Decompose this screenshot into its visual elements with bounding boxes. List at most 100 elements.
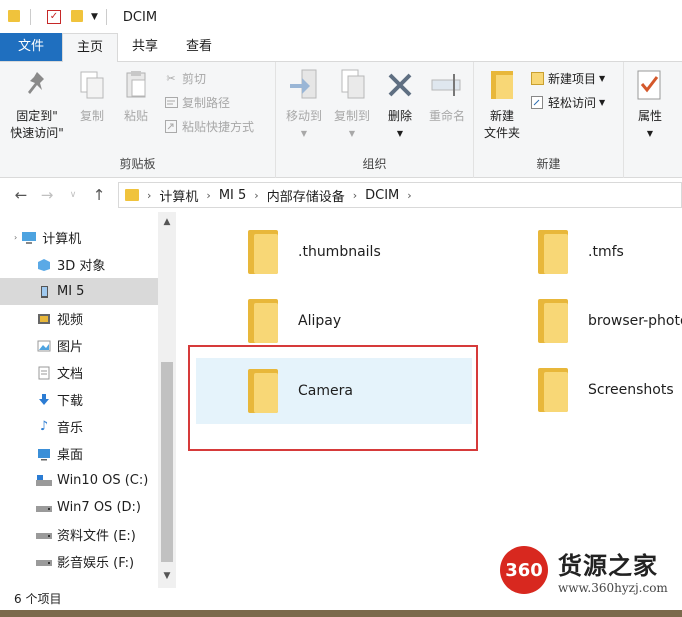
copy-to-icon: [335, 68, 369, 102]
properties-button[interactable]: 属性 ▼: [628, 68, 672, 142]
paste-shortcut-label: 粘贴快捷方式: [182, 120, 255, 134]
breadcrumb-separator-icon[interactable]: ›: [206, 189, 210, 202]
scissors-icon: ✂: [166, 72, 176, 85]
move-to-label: 移动到: [285, 109, 322, 123]
folder-item[interactable]: browser-photo: [486, 289, 682, 353]
move-to-button[interactable]: 移动到 ▼: [280, 68, 328, 142]
folder-item[interactable]: Screenshots: [486, 358, 682, 422]
easy-access-button[interactable]: 轻松访问 ▼: [530, 94, 605, 111]
scrollbar-thumb[interactable]: [161, 362, 173, 562]
breadcrumb-separator-icon[interactable]: ›: [254, 189, 258, 202]
sidebar-item-label: 视频: [57, 313, 84, 328]
tab-home[interactable]: 主页: [62, 33, 119, 62]
sidebar-item-3d-objects[interactable]: 3D 对象: [0, 251, 158, 278]
watermark-url: www.360hyzj.com: [558, 580, 668, 595]
scroll-down-arrow-icon[interactable]: ▼: [158, 568, 176, 584]
paste-button[interactable]: 粘贴: [116, 68, 156, 125]
address-folder-icon: [125, 189, 139, 201]
new-folder-icon: [485, 68, 519, 102]
sidebar-item-drive-d[interactable]: Win7 OS (D:): [0, 494, 158, 521]
downloads-icon: [36, 393, 52, 407]
new-group-label: 新建: [536, 157, 561, 171]
sidebar-item-drive-e[interactable]: 资料文件 (E:): [0, 521, 158, 548]
sidebar-item-label: 下载: [57, 394, 84, 409]
open-group: 属性 ▼: [624, 62, 682, 178]
item-count: 6 个项目: [14, 592, 62, 606]
move-to-icon: [287, 68, 321, 102]
cut-button[interactable]: ✂ 剪切: [164, 70, 206, 87]
pin-label-line1: 固定到": [16, 109, 58, 123]
customize-toolbar-chevron-icon[interactable]: ▼: [91, 12, 98, 22]
sidebar-item-mi5[interactable]: MI 5: [0, 278, 158, 305]
breadcrumb-computer[interactable]: 计算机: [159, 186, 198, 205]
folder-item[interactable]: .thumbnails: [196, 220, 486, 284]
tab-share[interactable]: 共享: [118, 33, 172, 61]
folder-icon: [538, 230, 568, 274]
breadcrumb-separator-icon[interactable]: ›: [353, 189, 357, 202]
expand-chevron-icon[interactable]: ›: [14, 233, 17, 242]
window-title: DCIM: [122, 9, 158, 25]
sidebar-item-music[interactable]: ♪ 音乐: [0, 413, 158, 440]
forward-arrow-icon[interactable]: →: [34, 186, 60, 204]
sidebar-item-computer[interactable]: › 计算机: [0, 224, 158, 251]
taskbar-strip: [0, 610, 682, 617]
properties-quick-icon[interactable]: ✓: [47, 10, 61, 24]
breadcrumb-separator-icon[interactable]: ›: [407, 189, 411, 202]
paste-shortcut-button[interactable]: 粘贴快捷方式: [164, 118, 254, 135]
folder-item[interactable]: .tmfs: [486, 220, 682, 284]
copy-to-button[interactable]: 复制到 ▼: [328, 68, 376, 142]
sidebar-item-label: 音乐: [57, 421, 84, 436]
desktop-icon: [36, 447, 52, 461]
scroll-up-arrow-icon[interactable]: ▲: [158, 214, 176, 230]
sidebar-item-pictures[interactable]: 图片: [0, 332, 158, 359]
title-separator: [105, 9, 107, 25]
copy-button[interactable]: 复制: [72, 68, 112, 125]
new-item-label: 新建项目: [548, 72, 597, 86]
watermark-logo: 360 货源之家 www.360hyzj.com: [500, 544, 682, 596]
copy-path-label: 复制路径: [182, 96, 231, 110]
ribbon: 固定到" 快速访问" 复制 粘贴 ✂ 剪切 复制路径 粘贴快捷方式 剪贴板 移动…: [0, 62, 682, 178]
tab-view[interactable]: 查看: [172, 33, 226, 61]
breadcrumb-dcim[interactable]: DCIM: [365, 188, 399, 203]
recent-locations-chevron-icon[interactable]: ∨: [60, 190, 86, 200]
documents-icon: [36, 366, 52, 380]
sidebar-scrollbar[interactable]: ▲ ▼: [158, 212, 176, 588]
organize-group-label: 组织: [362, 157, 387, 171]
rename-button[interactable]: 重命名: [422, 68, 472, 125]
copy-to-chevron-icon: ▼: [348, 129, 356, 138]
new-item-icon: [530, 72, 544, 86]
folder-icon: [248, 230, 278, 274]
sidebar-item-downloads[interactable]: 下载: [0, 386, 158, 413]
sidebar-item-videos[interactable]: 视频: [0, 305, 158, 332]
phone-icon: [36, 285, 52, 299]
sidebar-item-label: 影音娱乐 (F:): [57, 556, 135, 571]
pin-label-line2: 快速访问": [10, 126, 64, 140]
back-arrow-icon[interactable]: ←: [8, 186, 34, 204]
pin-quick-access-button[interactable]: 固定到" 快速访问": [6, 68, 68, 142]
sidebar-item-drive-f[interactable]: 影音娱乐 (F:): [0, 548, 158, 575]
sidebar-item-drive-c[interactable]: Win10 OS (C:): [0, 467, 158, 494]
new-folder-quick-icon[interactable]: [71, 10, 85, 24]
breadcrumb-separator-icon[interactable]: ›: [147, 189, 151, 202]
copy-to-label: 复制到: [333, 109, 370, 123]
sidebar-item-label: Win7 OS (D:): [57, 500, 141, 515]
pin-icon: [20, 68, 54, 102]
rename-label: 重命名: [428, 109, 465, 123]
folder-icon: [538, 299, 568, 343]
tab-file[interactable]: 文件: [0, 33, 62, 61]
new-item-button[interactable]: 新建项目 ▼: [530, 70, 605, 87]
delete-x-icon: [383, 68, 417, 102]
clipboard-group-label: 剪贴板: [119, 157, 156, 171]
new-folder-button[interactable]: 新建 文件夹: [478, 68, 526, 142]
breadcrumb-mi5[interactable]: MI 5: [219, 188, 246, 203]
sidebar-item-documents[interactable]: 文档: [0, 359, 158, 386]
breadcrumb-internal-storage[interactable]: 内部存储设备: [267, 186, 345, 205]
address-bar[interactable]: › 计算机 › MI 5 › 内部存储设备 › DCIM ›: [118, 182, 682, 208]
cut-label: 剪切: [182, 72, 207, 86]
folder-item[interactable]: Alipay: [196, 289, 486, 353]
sidebar-item-desktop[interactable]: 桌面: [0, 440, 158, 467]
copy-path-button[interactable]: 复制路径: [164, 94, 230, 111]
up-arrow-icon[interactable]: ↑: [86, 186, 112, 204]
delete-button[interactable]: 删除 ▼: [378, 68, 422, 142]
delete-chevron-icon: ▼: [396, 129, 404, 138]
